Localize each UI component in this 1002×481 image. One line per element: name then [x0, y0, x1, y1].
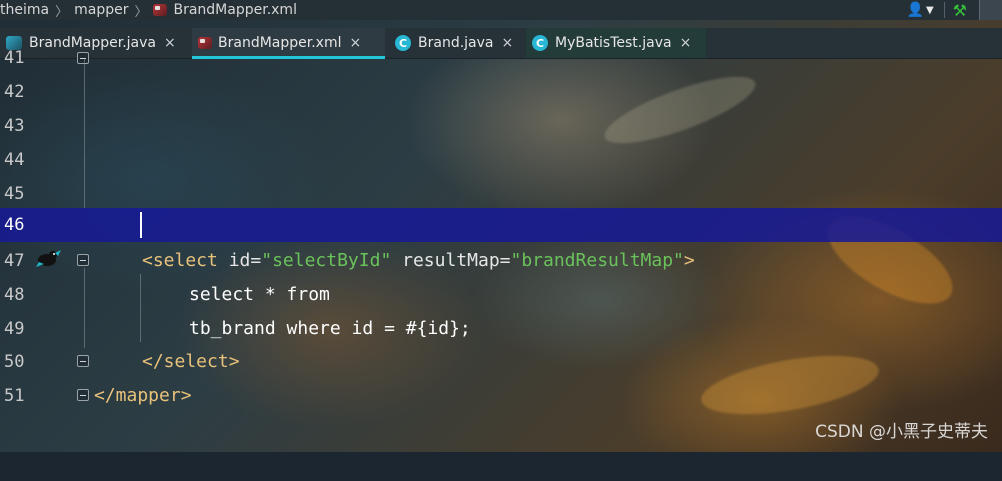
- breadcrumb-label: theima: [0, 2, 50, 18]
- fold-marker-icon[interactable]: [77, 52, 89, 64]
- indent-guide: [84, 58, 85, 208]
- indent-guide: [84, 268, 85, 348]
- text-caret: [140, 212, 142, 238]
- breadcrumb-label: BrandMapper.xml: [173, 2, 297, 18]
- breadcrumb-item[interactable]: theima: [0, 0, 49, 20]
- line-number: 45: [4, 184, 25, 204]
- csdn-watermark: CSDN @小黑子史蒂夫: [815, 422, 988, 442]
- toolbar-right: 👤 ▼ ⚒: [907, 0, 1002, 20]
- build-hammer-icon[interactable]: ⚒: [953, 1, 967, 20]
- xml-equals: =: [499, 250, 511, 271]
- xml-attribute-value: "brandResultMap": [510, 250, 684, 271]
- line-number: 44: [4, 150, 25, 170]
- sql-text: select * from: [189, 284, 330, 305]
- breadcrumb-item[interactable]: mapper: [74, 0, 128, 20]
- xml-attribute-value: "selectById": [261, 250, 392, 271]
- xml-attribute-name: id: [228, 250, 251, 271]
- xml-tag-close-bracket: >: [683, 250, 695, 271]
- indent-guide: [140, 274, 141, 342]
- toolbar-divider: [943, 2, 945, 18]
- chevron-down-icon: ▼: [925, 4, 934, 16]
- line-number: 43: [4, 116, 25, 136]
- code-line: </select>: [0, 345, 1002, 379]
- code-editor[interactable]: 41 42 43 44 45 46 47 <select id="selectB…: [0, 48, 1002, 452]
- line-number: 42: [4, 82, 25, 102]
- chevron-right-icon: 〉: [134, 4, 148, 20]
- xml-tag-close: </mapper>: [94, 385, 192, 406]
- account-button[interactable]: 👤 ▼: [907, 2, 934, 18]
- breadcrumb-label: mapper: [74, 2, 129, 18]
- user-icon: 👤: [906, 2, 924, 18]
- code-line: <select id="selectById" resultMap="brand…: [0, 244, 1002, 278]
- navigation-bar: theima 〉 mapper 〉 BrandMapper.xml 👤 ▼ ⚒: [0, 0, 1002, 20]
- breadcrumb-item[interactable]: BrandMapper.xml: [153, 0, 297, 20]
- sql-text: tb_brand where id = #{id};: [189, 318, 471, 339]
- chevron-right-icon: 〉: [55, 4, 69, 20]
- toolbar-button[interactable]: [979, 0, 1002, 20]
- current-line-highlight: [0, 208, 1002, 242]
- code-line: select * from: [0, 278, 1002, 312]
- code-line: </mapper>: [0, 379, 1002, 413]
- xml-equals: =: [250, 250, 262, 271]
- xml-tag-open: <select: [142, 250, 229, 271]
- code-line: tb_brand where id = #{id};: [0, 312, 1002, 346]
- xml-file-icon: [153, 4, 168, 16]
- line-number: 41: [4, 48, 25, 68]
- xml-tag-close: </select>: [142, 351, 240, 372]
- xml-attribute-name: resultMap: [391, 250, 500, 271]
- line-number: 46: [4, 215, 25, 235]
